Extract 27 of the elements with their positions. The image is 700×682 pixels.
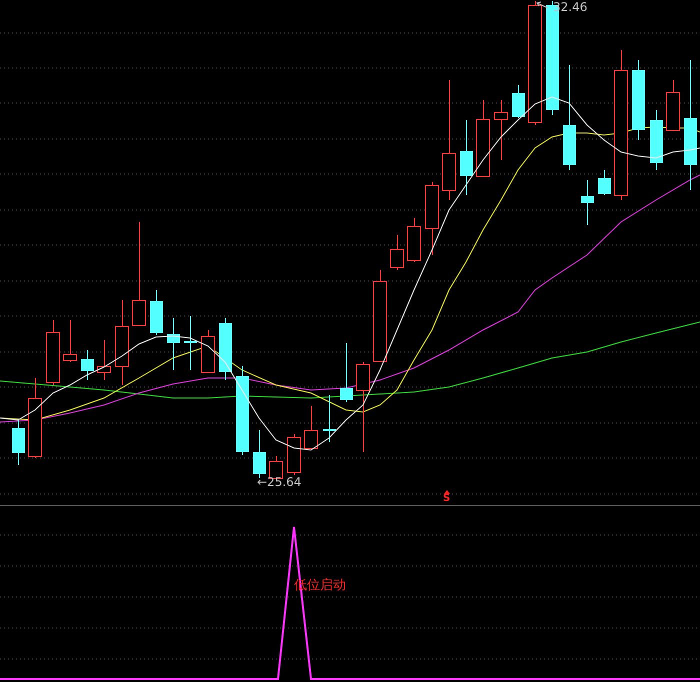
candlestick	[340, 342, 353, 402]
candlestick	[407, 218, 421, 262]
candlestick	[97, 340, 111, 380]
candlestick	[201, 330, 215, 373]
candlestick	[12, 420, 25, 466]
candlestick	[390, 234, 404, 270]
candlestick	[167, 318, 180, 370]
candlestick	[184, 316, 197, 370]
candlestick	[150, 290, 163, 336]
leader-line	[536, 2, 548, 8]
candlestick	[304, 406, 318, 449]
candlestick	[512, 84, 525, 118]
low-price-label: ←25.64	[257, 475, 302, 489]
candlestick	[63, 320, 77, 362]
candlestick	[46, 320, 60, 386]
candlestick	[581, 180, 594, 226]
candlestick	[598, 170, 611, 196]
candlestick	[650, 110, 663, 170]
up-triangle-icon	[444, 490, 450, 494]
candlestick	[253, 430, 266, 478]
candlestick	[269, 456, 283, 479]
candlestick	[323, 394, 336, 442]
candlestick	[494, 100, 508, 160]
candlestick	[81, 350, 94, 380]
candlestick	[287, 434, 301, 476]
candlestick	[219, 318, 232, 380]
candlestick	[666, 80, 680, 131]
